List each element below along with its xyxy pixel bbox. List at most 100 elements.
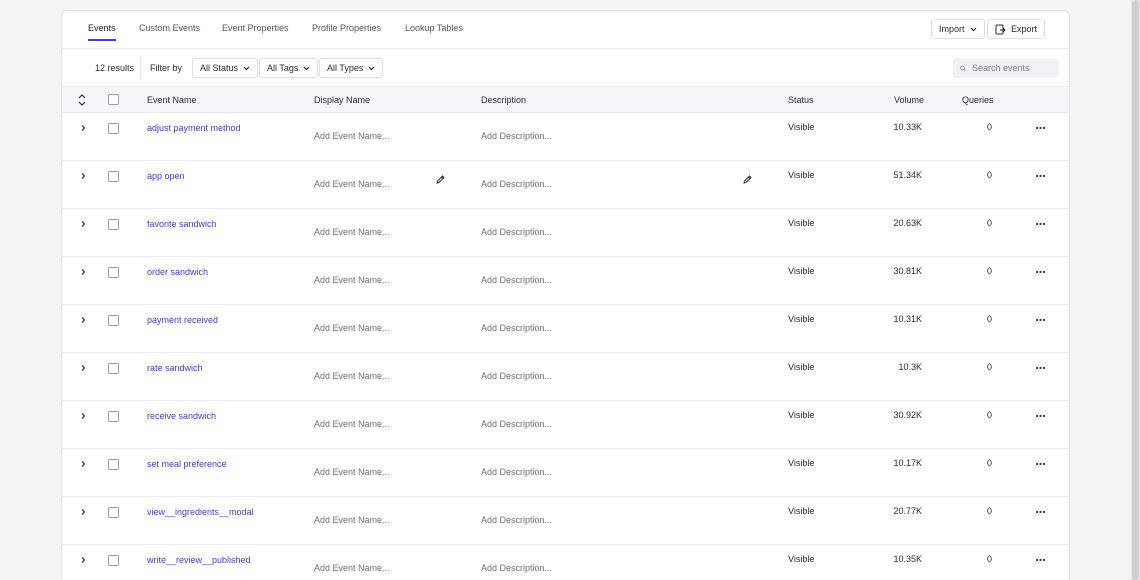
events-panel: Events Custom Events Event Properties Pr… — [61, 10, 1070, 580]
event-name-link[interactable]: adjust payment method — [147, 123, 241, 133]
tab-event-properties[interactable]: Event Properties — [222, 23, 289, 33]
more-icon[interactable] — [1035, 556, 1046, 564]
more-icon[interactable] — [1035, 364, 1046, 372]
event-name-link[interactable]: set meal preference — [147, 459, 227, 469]
row-checkbox[interactable] — [108, 123, 119, 134]
queries-value: 0 — [986, 410, 992, 420]
column-queries[interactable]: Queries — [962, 95, 994, 105]
export-button[interactable]: Export — [987, 19, 1046, 39]
tab-events[interactable]: Events — [88, 23, 116, 41]
tab-lookup-tables[interactable]: Lookup Tables — [405, 23, 463, 33]
description-field[interactable]: Add Description... — [481, 227, 552, 237]
event-name-link[interactable]: write__review__published — [147, 555, 251, 565]
event-name-link[interactable]: receive sandwich — [147, 411, 216, 421]
more-icon[interactable] — [1035, 412, 1046, 420]
event-name-link[interactable]: favorite sandwich — [147, 219, 217, 229]
pencil-icon[interactable] — [435, 174, 446, 185]
row-checkbox[interactable] — [108, 363, 119, 374]
filter-by-label: Filter by — [150, 63, 183, 73]
status-value: Visible — [788, 362, 815, 372]
row-checkbox[interactable] — [108, 411, 119, 422]
display-name-field[interactable]: Add Event Name... — [314, 563, 390, 573]
sort-icon[interactable] — [78, 94, 86, 106]
more-icon[interactable] — [1035, 508, 1046, 516]
import-label: Import — [939, 24, 965, 34]
tab-profile-properties[interactable]: Profile Properties — [312, 23, 381, 33]
import-button[interactable]: Import — [931, 19, 985, 39]
status-value: Visible — [788, 218, 815, 228]
description-field[interactable]: Add Description... — [481, 371, 552, 381]
event-name-link[interactable]: app open — [147, 171, 185, 181]
display-name-field[interactable]: Add Event Name... — [314, 371, 390, 381]
display-name-field[interactable]: Add Event Name... — [314, 467, 390, 477]
row-checkbox[interactable] — [108, 171, 119, 182]
display-name-field[interactable]: Add Event Name... — [314, 323, 390, 333]
description-field[interactable]: Add Description... — [481, 563, 552, 573]
chevron-right-icon[interactable] — [79, 508, 87, 516]
row-checkbox[interactable] — [108, 459, 119, 470]
table-row: payment received Add Event Name... Add D… — [62, 305, 1069, 353]
column-description[interactable]: Description — [481, 95, 526, 105]
display-name-field[interactable]: Add Event Name... — [314, 227, 390, 237]
chevron-right-icon[interactable] — [79, 124, 87, 132]
description-field[interactable]: Add Description... — [481, 419, 552, 429]
chevron-right-icon[interactable] — [79, 268, 87, 276]
queries-value: 0 — [986, 170, 992, 180]
queries-value: 0 — [986, 122, 992, 132]
description-field[interactable]: Add Description... — [481, 275, 552, 285]
row-checkbox[interactable] — [108, 219, 119, 230]
column-status[interactable]: Status — [788, 95, 814, 105]
column-volume[interactable]: Volume — [894, 95, 924, 105]
scrollbar-thumb[interactable] — [1132, 0, 1139, 580]
tab-bar: Events Custom Events Event Properties Pr… — [62, 11, 1069, 49]
types-filter-dropdown[interactable]: All Types — [319, 58, 384, 78]
chevron-right-icon[interactable] — [79, 460, 87, 468]
chevron-right-icon[interactable] — [79, 412, 87, 420]
row-checkbox[interactable] — [108, 507, 119, 518]
volume-value: 10.33K — [893, 122, 922, 132]
search-input[interactable] — [972, 63, 1052, 73]
row-checkbox[interactable] — [108, 555, 119, 566]
more-icon[interactable] — [1035, 124, 1046, 132]
display-name-field[interactable]: Add Event Name... — [314, 179, 390, 189]
more-icon[interactable] — [1035, 172, 1046, 180]
more-icon[interactable] — [1035, 460, 1046, 468]
chevron-down-icon — [243, 66, 250, 70]
event-name-link[interactable]: payment received — [147, 315, 218, 325]
status-filter-dropdown[interactable]: All Status — [192, 58, 259, 78]
tags-filter-dropdown[interactable]: All Tags — [259, 58, 319, 78]
scrollbar[interactable] — [1131, 0, 1140, 580]
chevron-right-icon[interactable] — [79, 364, 87, 372]
display-name-field[interactable]: Add Event Name... — [314, 419, 390, 429]
volume-value: 30.92K — [893, 410, 922, 420]
description-field[interactable]: Add Description... — [481, 467, 552, 477]
table-row: adjust payment method Add Event Name... … — [62, 113, 1069, 161]
table-row: favorite sandwich Add Event Name... Add … — [62, 209, 1069, 257]
chevron-right-icon[interactable] — [79, 316, 87, 324]
display-name-field[interactable]: Add Event Name... — [314, 515, 390, 525]
description-field[interactable]: Add Description... — [481, 323, 552, 333]
description-field[interactable]: Add Description... — [481, 179, 552, 189]
display-name-field[interactable]: Add Event Name... — [314, 275, 390, 285]
event-name-link[interactable]: rate sandwich — [147, 363, 203, 373]
more-icon[interactable] — [1035, 316, 1046, 324]
chevron-right-icon[interactable] — [79, 220, 87, 228]
select-all-checkbox[interactable] — [108, 94, 119, 105]
column-display-name[interactable]: Display Name — [314, 95, 370, 105]
chevron-down-icon — [303, 66, 310, 70]
description-field[interactable]: Add Description... — [481, 515, 552, 525]
chevron-right-icon[interactable] — [79, 556, 87, 564]
row-checkbox[interactable] — [108, 315, 119, 326]
tab-custom-events[interactable]: Custom Events — [139, 23, 200, 33]
pencil-icon[interactable] — [742, 174, 753, 185]
queries-value: 0 — [986, 458, 992, 468]
chevron-right-icon[interactable] — [79, 172, 87, 180]
more-icon[interactable] — [1035, 220, 1046, 228]
row-checkbox[interactable] — [108, 267, 119, 278]
more-icon[interactable] — [1035, 268, 1046, 276]
event-name-link[interactable]: order sandwich — [147, 267, 208, 277]
event-name-link[interactable]: view__ingredients__modal — [147, 507, 254, 517]
display-name-field[interactable]: Add Event Name... — [314, 131, 390, 141]
description-field[interactable]: Add Description... — [481, 131, 552, 141]
column-event-name[interactable]: Event Name — [147, 95, 197, 105]
